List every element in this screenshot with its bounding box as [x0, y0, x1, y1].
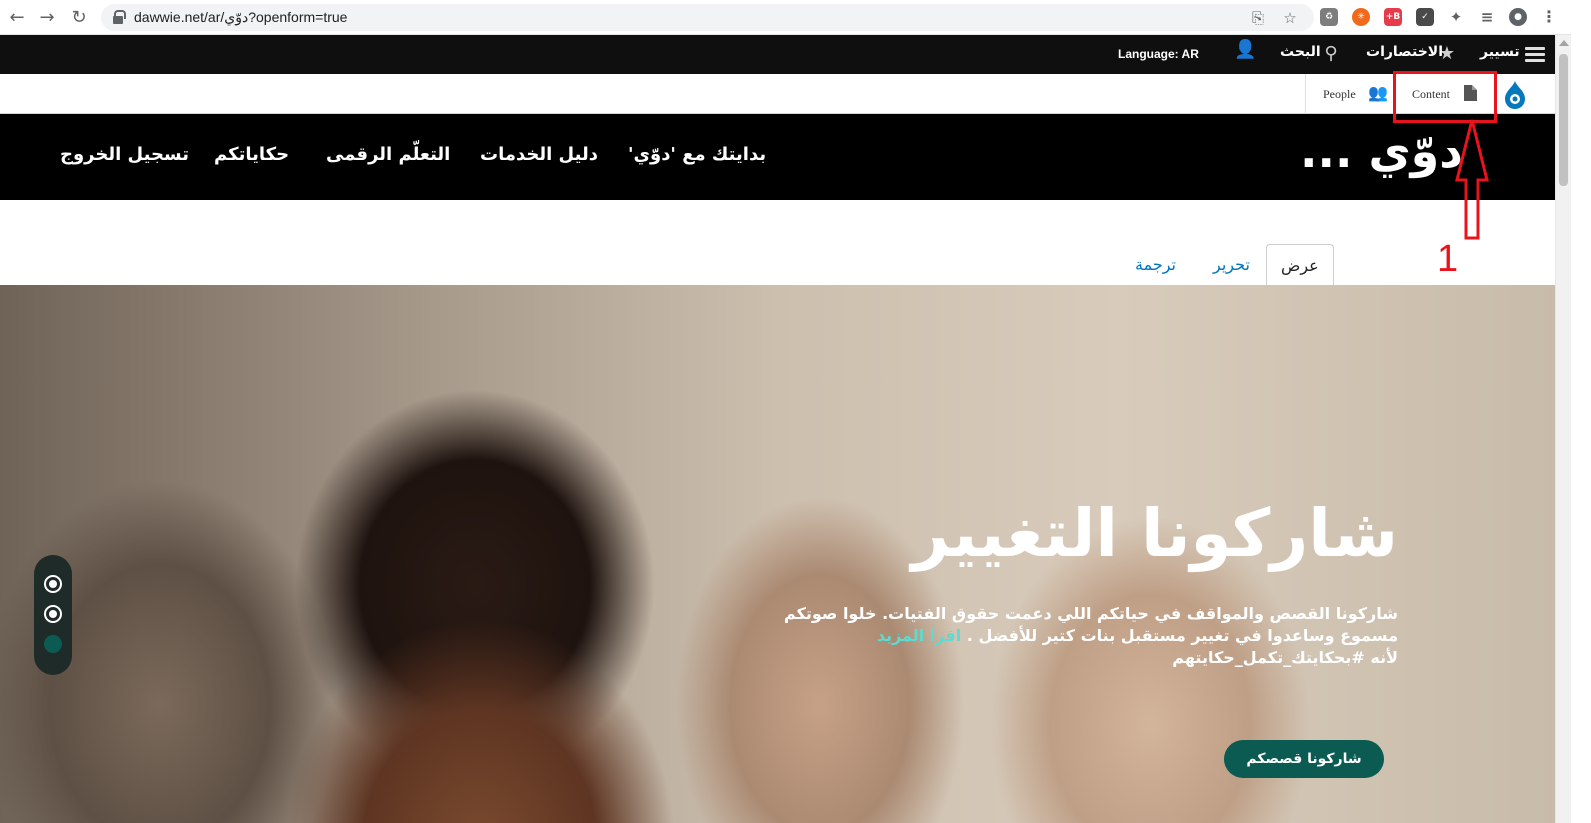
- back-icon[interactable]: ←: [5, 6, 29, 30]
- nav-item-start[interactable]: بدايتك مع 'دوّي': [628, 144, 766, 165]
- hero-hashtag: لأنه #بحكايتك_تكمل_حكايتهم: [1172, 648, 1398, 667]
- extensions-puzzle-icon[interactable]: ✦: [1447, 8, 1465, 26]
- translate-icon[interactable]: ⎘: [1249, 9, 1267, 27]
- tab-translate[interactable]: ترجمة: [1135, 244, 1176, 285]
- profile-avatar-icon[interactable]: ●: [1509, 8, 1527, 26]
- site-logo[interactable]: دوّي ...: [1300, 124, 1464, 178]
- url-text[interactable]: dawwie.net/ar/دوّي?openform=true: [134, 9, 347, 26]
- orange-extension-icon[interactable]: ✳: [1352, 8, 1370, 26]
- nav-item-stories[interactable]: حكاياتكم: [214, 144, 289, 165]
- bookmark-star-icon[interactable]: ☆: [1281, 9, 1299, 27]
- hero-slider: شاركونا التغيير شاركونا القصص والمواقف ف…: [0, 285, 1555, 823]
- slider-dot-2[interactable]: [44, 605, 62, 623]
- admin-toolbar: تسيير ★ الاختصارات ⚲ البحث 👤 Language: A…: [0, 35, 1555, 74]
- page-scrollbar[interactable]: [1555, 35, 1571, 823]
- people-icon: 👥: [1368, 85, 1388, 102]
- admin-search-link[interactable]: البحث: [1280, 44, 1321, 60]
- share-stories-button[interactable]: شاركونا قصصكم: [1224, 740, 1384, 778]
- checklist-extension-icon[interactable]: ✓: [1416, 8, 1434, 26]
- chrome-menu-icon[interactable]: ⋮: [1540, 8, 1558, 26]
- hero-description: شاركونا القصص والمواقف في حياتكم اللي دع…: [758, 603, 1398, 669]
- tray-people-tab[interactable]: People 👥: [1305, 74, 1395, 114]
- search-icon[interactable]: ⚲: [1320, 43, 1342, 65]
- recycle-extension-icon[interactable]: ♻: [1320, 8, 1338, 26]
- site-header: دوّي ... بدايتك مع 'دوّي' دليل الخدمات ا…: [0, 114, 1555, 200]
- slider-dot-3-active[interactable]: [44, 635, 62, 653]
- red-extension-icon[interactable]: +B: [1384, 8, 1402, 26]
- address-bar[interactable]: dawwie.net/ar/دوّي?openform=true ⎘ ☆: [101, 4, 1314, 31]
- scroll-up-icon[interactable]: [1559, 40, 1569, 46]
- user-icon[interactable]: 👤: [1234, 39, 1256, 61]
- reload-icon[interactable]: ↻: [67, 6, 91, 30]
- slider-dot-1[interactable]: [44, 575, 62, 593]
- forward-icon[interactable]: →: [35, 6, 59, 30]
- window-edge: [1571, 0, 1591, 823]
- admin-tray: Content People 👥: [0, 74, 1555, 114]
- menu-hamburger-icon[interactable]: [1525, 47, 1545, 63]
- tab-view[interactable]: عرض: [1266, 244, 1334, 285]
- nav-item-services[interactable]: دليل الخدمات: [480, 144, 598, 165]
- annotation-number: 1: [1437, 238, 1459, 280]
- tray-people-label[interactable]: People: [1323, 74, 1356, 114]
- admin-shortcuts-link[interactable]: الاختصارات: [1366, 44, 1443, 60]
- drupal-logo-icon[interactable]: [1499, 79, 1531, 111]
- admin-manage-link[interactable]: تسيير: [1480, 44, 1520, 60]
- language-switcher[interactable]: Language: AR: [1118, 47, 1199, 61]
- lock-icon: [113, 10, 126, 24]
- annotation-arrow-icon: [1455, 119, 1489, 240]
- media-control-icon[interactable]: ≡: [1478, 8, 1496, 26]
- scroll-thumb[interactable]: [1559, 54, 1568, 186]
- annotation-highlight-box: [1393, 71, 1497, 123]
- slider-pagination: [34, 555, 72, 675]
- read-more-link[interactable]: اقرأ المزيد: [877, 626, 961, 645]
- nav-item-digital-learning[interactable]: التعلّم الرقمى: [326, 144, 450, 165]
- nav-item-logout[interactable]: تسجيل الخروج: [60, 144, 189, 165]
- hero-title: شاركونا التغيير: [911, 495, 1398, 572]
- browser-toolbar: ← → ↻ dawwie.net/ar/دوّي?openform=true ⎘…: [0, 0, 1591, 35]
- tab-edit[interactable]: تحرير: [1213, 244, 1250, 285]
